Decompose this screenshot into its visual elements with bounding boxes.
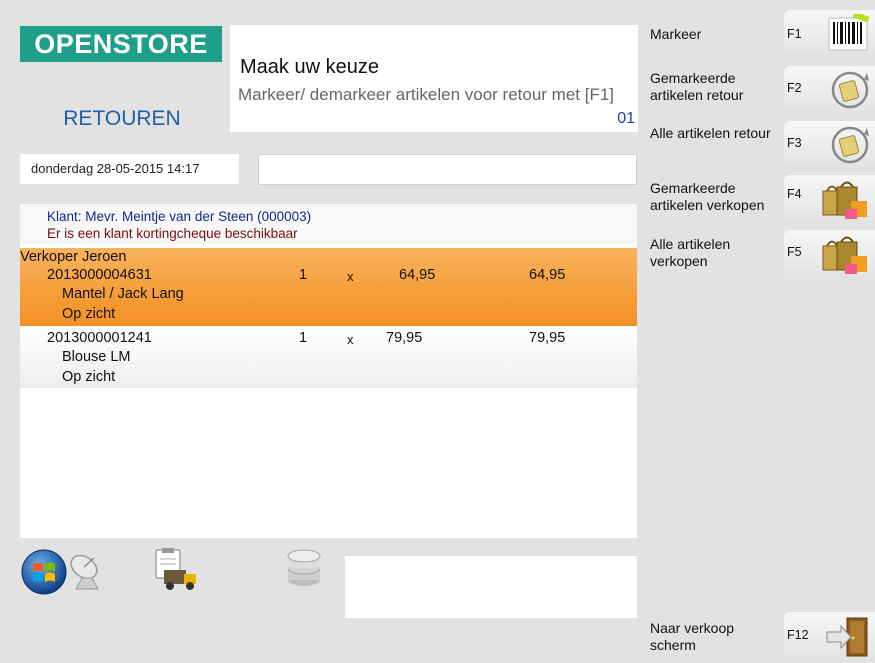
fk-label-gemarkeerde-verkopen: Gemarkeerde artikelen verkopen [650, 180, 765, 213]
f1-markeer-button[interactable]: F1 [784, 10, 875, 56]
table-row[interactable]: Verkoper Jeroen 2013000004631 1 x 64,95 … [20, 248, 637, 326]
return-bag-icon [829, 70, 871, 115]
article-status: Op zicht [62, 369, 116, 385]
fk-label-markeer: Markeer [650, 26, 702, 42]
article-description: Mantel / Jack Lang [62, 286, 184, 302]
table-row[interactable]: 2013000001241 1 x 79,95 79,95 Blouse LM … [20, 328, 637, 388]
shopping-bags-icon [821, 234, 871, 283]
windows-logo-icon[interactable] [20, 548, 68, 601]
fk-key: F4 [787, 187, 802, 201]
quantity: 1 [299, 330, 308, 346]
line-total: 64,95 [529, 267, 566, 283]
barcode-icon [827, 11, 871, 59]
scan-input[interactable] [258, 154, 637, 185]
fk-key: F1 [787, 27, 802, 41]
article-description: Blouse LM [62, 349, 131, 365]
fk-label-alle-retour: Alle artikelen retour [650, 125, 771, 141]
times-sign: x [347, 332, 354, 347]
return-bag-icon [829, 125, 871, 170]
shopping-bags-icon [821, 179, 871, 228]
module-title: RETOUREN [63, 107, 181, 130]
seller-label: Verkoper Jeroen [20, 249, 127, 265]
fk-key: F2 [787, 81, 802, 95]
status-box [345, 556, 637, 618]
article-list: Klant: Mevr. Meintje van der Steen (0000… [20, 204, 637, 538]
customer-info: Klant: Mevr. Meintje van der Steen (0000… [20, 204, 637, 244]
f4-marked-sell-button[interactable]: F4 [784, 175, 875, 221]
quantity: 1 [299, 267, 308, 283]
fk-label-naar-verkoop: Naar verkoop scherm [650, 620, 735, 653]
fk-label-alle-verkopen: Alle artikelen verkopen [650, 236, 731, 269]
f2-marked-return-button[interactable]: F2 [784, 66, 875, 112]
unit-price: 79,95 [386, 330, 423, 346]
line-total: 79,95 [529, 330, 566, 346]
f12-to-sales-button[interactable]: F12 [784, 612, 875, 658]
article-number: 2013000001241 [47, 330, 152, 346]
openstore-logo: OPENSTORE [20, 26, 222, 62]
satellite-dish-icon[interactable] [66, 550, 110, 597]
fk-label-gemarkeerde-retour: Gemarkeerde artikelen retour [650, 70, 744, 103]
times-sign: x [347, 269, 354, 284]
f5-all-sell-button[interactable]: F5 [784, 230, 875, 276]
door-exit-icon [825, 616, 871, 663]
f3-all-return-button[interactable]: F3 [784, 121, 875, 167]
message-body: Markeer/ demarkeer artikelen voor retour… [238, 85, 615, 104]
article-number: 2013000004631 [47, 267, 152, 283]
customer-name: Klant: Mevr. Meintje van der Steen (0000… [47, 209, 312, 224]
message-code: 01 [617, 110, 635, 127]
fk-key: F5 [787, 245, 802, 259]
database-icon[interactable] [284, 546, 324, 595]
message-title: Maak uw keuze [240, 56, 379, 78]
fk-key: F12 [787, 628, 809, 642]
coupon-notice: Er is een klant kortingcheque beschikbaa… [47, 226, 298, 241]
datetime-display: donderdag 28-05-2015 14:17 [20, 154, 239, 184]
message-box: Maak uw keuze Markeer/ demarkeer artikel… [230, 25, 638, 132]
unit-price: 64,95 [399, 267, 436, 283]
article-status: Op zicht [62, 306, 116, 322]
delivery-truck-icon[interactable] [150, 546, 200, 597]
fk-key: F3 [787, 136, 802, 150]
